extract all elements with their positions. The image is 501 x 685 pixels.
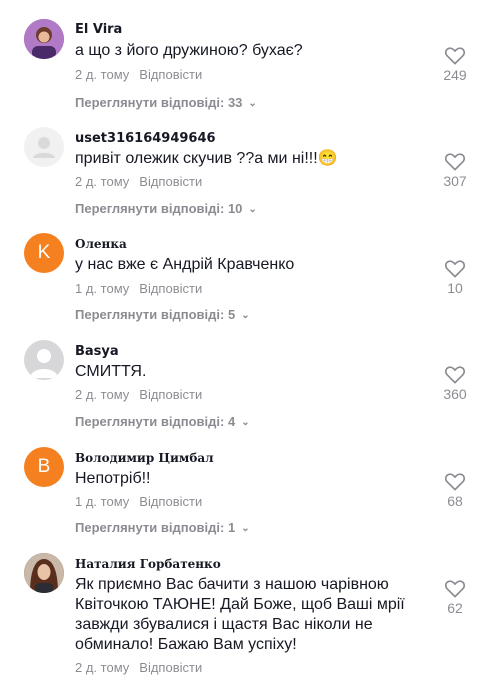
comment-author[interactable]: Володимир Цимбал (75, 451, 214, 465)
comment-age: 1 д. тому (75, 494, 130, 509)
view-replies-label: Переглянути відповіді: 4 (75, 414, 236, 429)
chevron-down-icon: ⌄ (248, 204, 257, 215)
avatar-letter: B (37, 456, 51, 477)
view-replies-button[interactable]: Переглянути відповіді: 4 ⌄ (75, 414, 250, 429)
comment-author[interactable]: El Vira (75, 22, 122, 37)
comment-meta: 2 д. тому Відповісти (75, 67, 202, 82)
comment-meta: 2 д. тому Відповісти (75, 387, 202, 402)
comment-author[interactable]: Basya (75, 344, 119, 359)
comment-text: Як приємно Вас бачити з нашою чарівною К… (75, 576, 405, 653)
comment-text: СМИТТЯ. (75, 363, 147, 380)
view-replies-label: Переглянути відповіді: 1 (75, 520, 236, 535)
comment-age: 2 д. тому (75, 660, 130, 675)
view-replies-button[interactable]: Переглянути відповіді: 10 ⌄ (75, 201, 257, 216)
comment-age: 2 д. тому (75, 67, 130, 82)
view-replies-button[interactable]: Переглянути відповіді: 5 ⌄ (75, 307, 250, 322)
comment-text: а що з його дружиною? бухає? (75, 42, 303, 59)
like-group: 62 (430, 578, 480, 616)
comment-author[interactable]: uset316164949646 (75, 131, 216, 146)
reply-button[interactable]: Відповісти (139, 387, 202, 402)
like-count: 62 (447, 600, 463, 616)
chevron-down-icon: ⌄ (241, 310, 250, 321)
avatar[interactable] (24, 553, 64, 593)
comment-meta: 1 д. тому Відповісти (75, 494, 202, 509)
comment-age: 2 д. тому (75, 174, 130, 189)
comment-text: у нас вже є Андрій Кравченко (75, 256, 295, 273)
like-group: 249 (430, 45, 480, 83)
heart-icon[interactable] (444, 578, 466, 598)
reply-button[interactable]: Відповісти (139, 660, 202, 675)
chevron-down-icon: ⌄ (241, 523, 250, 534)
chevron-down-icon: ⌄ (248, 98, 257, 109)
like-group: 10 (430, 258, 480, 296)
view-replies-button[interactable]: Переглянути відповіді: 1 ⌄ (75, 520, 250, 535)
avatar[interactable] (24, 127, 64, 167)
view-replies-button[interactable]: Переглянути відповіді: 33 ⌄ (75, 95, 257, 110)
like-group: 360 (430, 364, 480, 402)
like-group: 307 (430, 151, 480, 189)
avatar-letter: K (37, 242, 51, 263)
like-count: 10 (447, 280, 463, 296)
heart-icon[interactable] (444, 151, 466, 171)
like-count: 249 (443, 67, 467, 83)
comment-text: Непотріб!! (75, 470, 151, 487)
like-count: 307 (443, 173, 467, 189)
reply-button[interactable]: Відповісти (139, 494, 202, 509)
comment-meta: 2 д. тому Відповісти (75, 174, 202, 189)
like-count: 360 (443, 386, 467, 402)
avatar[interactable] (24, 340, 64, 380)
view-replies-label: Переглянути відповіді: 5 (75, 307, 236, 322)
chevron-down-icon: ⌄ (241, 417, 250, 428)
reply-button[interactable]: Відповісти (139, 174, 202, 189)
heart-icon[interactable] (444, 364, 466, 384)
comment-meta: 2 д. тому Відповісти (75, 660, 202, 675)
heart-icon[interactable] (444, 45, 466, 65)
comment-author[interactable]: Наталия Горбатенко (75, 557, 221, 571)
reply-button[interactable]: Відповісти (139, 67, 202, 82)
avatar[interactable]: K (24, 233, 64, 273)
view-replies-label: Переглянути відповіді: 33 (75, 95, 243, 110)
comment-author[interactable]: Оленка (75, 237, 127, 251)
comment-age: 2 д. тому (75, 387, 130, 402)
heart-icon[interactable] (444, 471, 466, 491)
avatar[interactable]: B (24, 447, 64, 487)
comment-age: 1 д. тому (75, 281, 130, 296)
view-replies-label: Переглянути відповіді: 10 (75, 201, 243, 216)
reply-button[interactable]: Відповісти (139, 281, 202, 296)
heart-icon[interactable] (444, 258, 466, 278)
like-group: 68 (430, 471, 480, 509)
avatar[interactable] (24, 19, 64, 59)
like-count: 68 (447, 493, 463, 509)
comment-text: привіт олежик скучив ??а ми ні!!!😁 (75, 150, 338, 167)
comment-meta: 1 д. тому Відповісти (75, 281, 202, 296)
